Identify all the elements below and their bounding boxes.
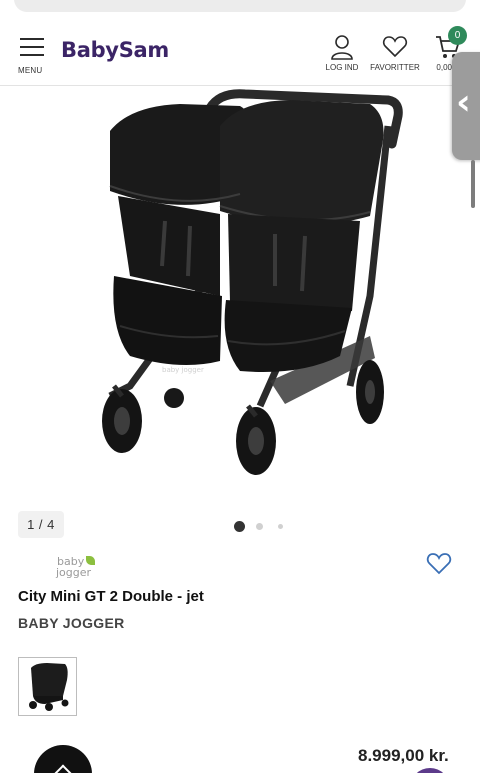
add-to-favorites-heart-icon[interactable] [426,552,452,576]
brand-logo[interactable]: baby jogger [54,555,124,581]
user-icon [331,35,353,60]
brand-logo-text-line2: jogger [56,566,92,579]
product-thumbnail[interactable] [18,657,77,716]
heart-icon [382,36,408,58]
stroller-brand-mark: baby jogger [162,366,204,374]
side-panel-toggle[interactable]: ‹ [452,52,480,160]
leaf-icon [86,556,95,565]
top-search-strip [0,0,480,22]
image-counter: 1 / 4 [18,511,64,538]
hamburger-icon [20,38,44,40]
product-image[interactable]: baby jogger [70,86,410,496]
chevron-up-icon [54,764,72,773]
site-logo[interactable]: BabySam [61,38,169,62]
hamburger-icon-bar [20,46,44,48]
pagination-dot[interactable] [278,524,283,529]
favorites-label: FAVORITTER [370,63,420,72]
chat-button[interactable] [410,768,450,773]
menu-label: MENU [18,66,43,75]
chevron-left-icon: ‹ [456,82,471,123]
favorites-button[interactable]: FAVORITTER [366,34,424,72]
site-header: MENU BabySam LOG IND FAVORITTER 0 0,00 K [0,22,480,86]
cart-count-badge: 0 [448,26,467,45]
hamburger-icon-bar [20,54,44,56]
product-title: City Mini GT 2 Double - jet [18,588,204,605]
menu-button[interactable]: MENU [18,36,46,76]
search-bar[interactable] [14,0,466,12]
login-button[interactable]: LOG IND [322,34,362,72]
pagination-dot[interactable] [256,523,263,530]
product-brand[interactable]: BABY JOGGER [18,615,125,631]
thumbnail-image [29,663,69,711]
pagination-dot-active[interactable] [234,521,245,532]
login-label: LOG IND [325,63,359,72]
product-price: 8.999,00 kr. [358,746,449,765]
scroll-to-top-button[interactable] [34,745,92,773]
scrollbar-thumb[interactable] [471,160,475,208]
